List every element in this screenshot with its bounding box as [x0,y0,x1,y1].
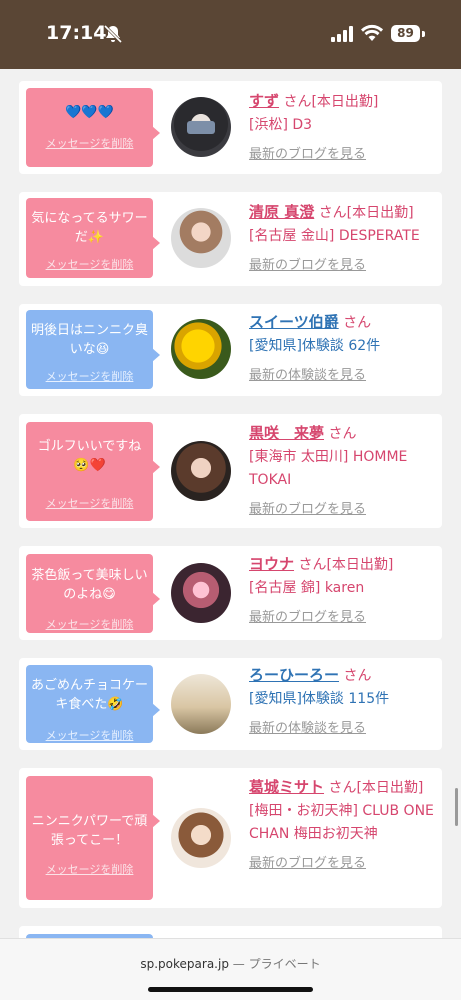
message-card: ニンニクパワーで頑張ってこー！ メッセージを削除 葛城ミサト さん[本日出勤] … [19,768,442,908]
scrollbar[interactable] [455,788,458,826]
profile-name-link[interactable]: 清原 真澄 [249,203,314,221]
delete-message-link[interactable]: メッセージを削除 [26,616,153,632]
profile-info: スイーツ伯爵 さん [愛知県]体験談 62件 最新の体験談を見る [249,311,438,387]
battery-icon: 89 [391,25,420,42]
browser-bottom-bar: sp.pokepara.jp — プライベート [0,938,461,1000]
profile-status: さん [328,426,357,442]
latest-blog-link[interactable]: 最新のブログを見る [249,254,438,277]
home-indicator[interactable] [148,987,313,992]
delete-message-link[interactable]: メッセージを削除 [26,861,153,877]
message-text: ニンニクパワーで頑張ってこー！ [31,814,148,848]
avatar[interactable] [171,674,231,734]
profile-name-link[interactable]: スイーツ伯爵 [249,313,339,331]
status-bar: 17:14 89 [0,0,461,69]
avatar[interactable] [171,97,231,157]
avatar[interactable] [171,208,231,268]
profile-info: ろーひーろー さん [愛知県]体験談 115件 最新の体験談を見る [249,664,438,740]
shop-info: [浜松] D3 [249,117,313,133]
profile-status: さん [343,315,372,331]
address-bar[interactable]: sp.pokepara.jp — プライベート [0,955,461,972]
battery-tip [422,31,425,37]
avatar[interactable] [171,808,231,868]
cellular-signal-icon [331,26,353,42]
profile-name-link[interactable]: すず [249,92,279,110]
delete-message-link[interactable]: メッセージを削除 [26,256,153,272]
message-bubble[interactable]: あごめんチョコケーキ食べた🤣 メッセージを削除 [26,665,160,743]
profile-status: さん[本日出勤] [318,205,414,221]
profile-status: さん[本日出勤] [283,94,379,110]
bell-muted-icon [103,24,123,44]
shop-info: [名古屋 錦] karen [249,580,365,596]
delete-message-link[interactable]: メッセージを削除 [26,495,153,511]
message-bubble[interactable]: 茶色飯って美味しいのよね😋 メッセージを削除 [26,554,160,633]
message-bubble[interactable]: ニンニクパワーで頑張ってこー！ メッセージを削除 [26,776,160,900]
shop-info: [東海市 太田川] HOMME TOKAI [249,449,408,488]
message-card: 気になってるサワーだ✨ メッセージを削除 清原 真澄 さん[本日出勤] [名古屋… [19,192,442,286]
delete-message-link[interactable]: メッセージを削除 [26,727,153,743]
wifi-icon [361,24,383,41]
profile-status: さん[本日出勤] [328,780,424,796]
profile-name-link[interactable]: 葛城ミサト [249,778,324,796]
status-time: 17:14 [46,22,107,44]
message-card: ゴルフいいですね🥺❤️ メッセージを削除 黒咲 来夢 さん [東海市 太田川] … [19,414,442,528]
message-text: 気になってるサワーだ✨ [31,211,148,245]
profile-info: 葛城ミサト さん[本日出勤] [梅田・お初天神] CLUB ONE CHAN 梅… [249,776,438,875]
profile-info: すず さん[本日出勤] [浜松] D3 最新のブログを見る [249,90,438,166]
avatar[interactable] [171,319,231,379]
shop-info: [名古屋 金山] DESPERATE [249,228,420,244]
review-count: [愛知県]体験談 115件 [249,691,390,707]
message-text: あごめんチョコケーキ食べた🤣 [30,678,148,712]
latest-blog-link[interactable]: 最新のブログを見る [249,606,438,629]
message-bubble[interactable]: 明後日はニンニク臭いな😆 メッセージを削除 [26,310,160,389]
profile-name-link[interactable]: ヨウナ [249,555,294,573]
avatar[interactable] [171,563,231,623]
message-card: 明後日はニンニク臭いな😆 メッセージを削除 スイーツ伯爵 さん [愛知県]体験談… [19,304,442,396]
profile-info: 清原 真澄 さん[本日出勤] [名古屋 金山] DESPERATE 最新のブログ… [249,201,438,277]
url-separator: — [228,957,249,971]
message-card: 💙💙💙 メッセージを削除 すず さん[本日出勤] [浜松] D3 最新のブログを… [19,81,442,174]
profile-status: さん[本日出勤] [298,557,394,573]
message-bubble[interactable]: 💙💙💙 メッセージを削除 [26,88,160,167]
url-domain: sp.pokepara.jp [140,957,229,971]
message-bubble[interactable]: 気になってるサワーだ✨ メッセージを削除 [26,198,160,278]
shop-info: [梅田・お初天神] CLUB ONE CHAN 梅田お初天神 [249,803,434,842]
latest-review-link[interactable]: 最新の体験談を見る [249,717,438,740]
delete-message-link[interactable]: メッセージを削除 [26,368,153,384]
private-mode-label: プライベート [248,957,321,971]
message-card: あごめんチョコケーキ食べた🤣 メッセージを削除 ろーひーろー さん [愛知県]体… [19,658,442,750]
message-text: 明後日はニンニク臭いな😆 [30,323,148,357]
latest-blog-link[interactable]: 最新のブログを見る [249,498,438,521]
latest-blog-link[interactable]: 最新のブログを見る [249,852,438,875]
review-count: [愛知県]体験談 62件 [249,338,381,354]
delete-message-link[interactable]: メッセージを削除 [26,135,153,151]
latest-review-link[interactable]: 最新の体験談を見る [249,364,438,387]
message-text: 茶色飯って美味しいのよね😋 [31,568,148,602]
avatar[interactable] [171,441,231,501]
profile-name-link[interactable]: ろーひーろー [249,666,339,684]
message-text: ゴルフいいですね🥺❤️ [37,439,142,473]
profile-info: 黒咲 来夢 さん [東海市 太田川] HOMME TOKAI 最新のブログを見る [249,422,438,521]
profile-info: ヨウナ さん[本日出勤] [名古屋 錦] karen 最新のブログを見る [249,553,438,629]
message-text: 💙💙💙 [65,105,114,120]
message-bubble[interactable]: ゴルフいいですね🥺❤️ メッセージを削除 [26,422,160,521]
profile-status: さん [343,668,372,684]
latest-blog-link[interactable]: 最新のブログを見る [249,143,438,166]
profile-name-link[interactable]: 黒咲 来夢 [249,424,324,442]
message-card: 茶色飯って美味しいのよね😋 メッセージを削除 ヨウナ さん[本日出勤] [名古屋… [19,546,442,640]
